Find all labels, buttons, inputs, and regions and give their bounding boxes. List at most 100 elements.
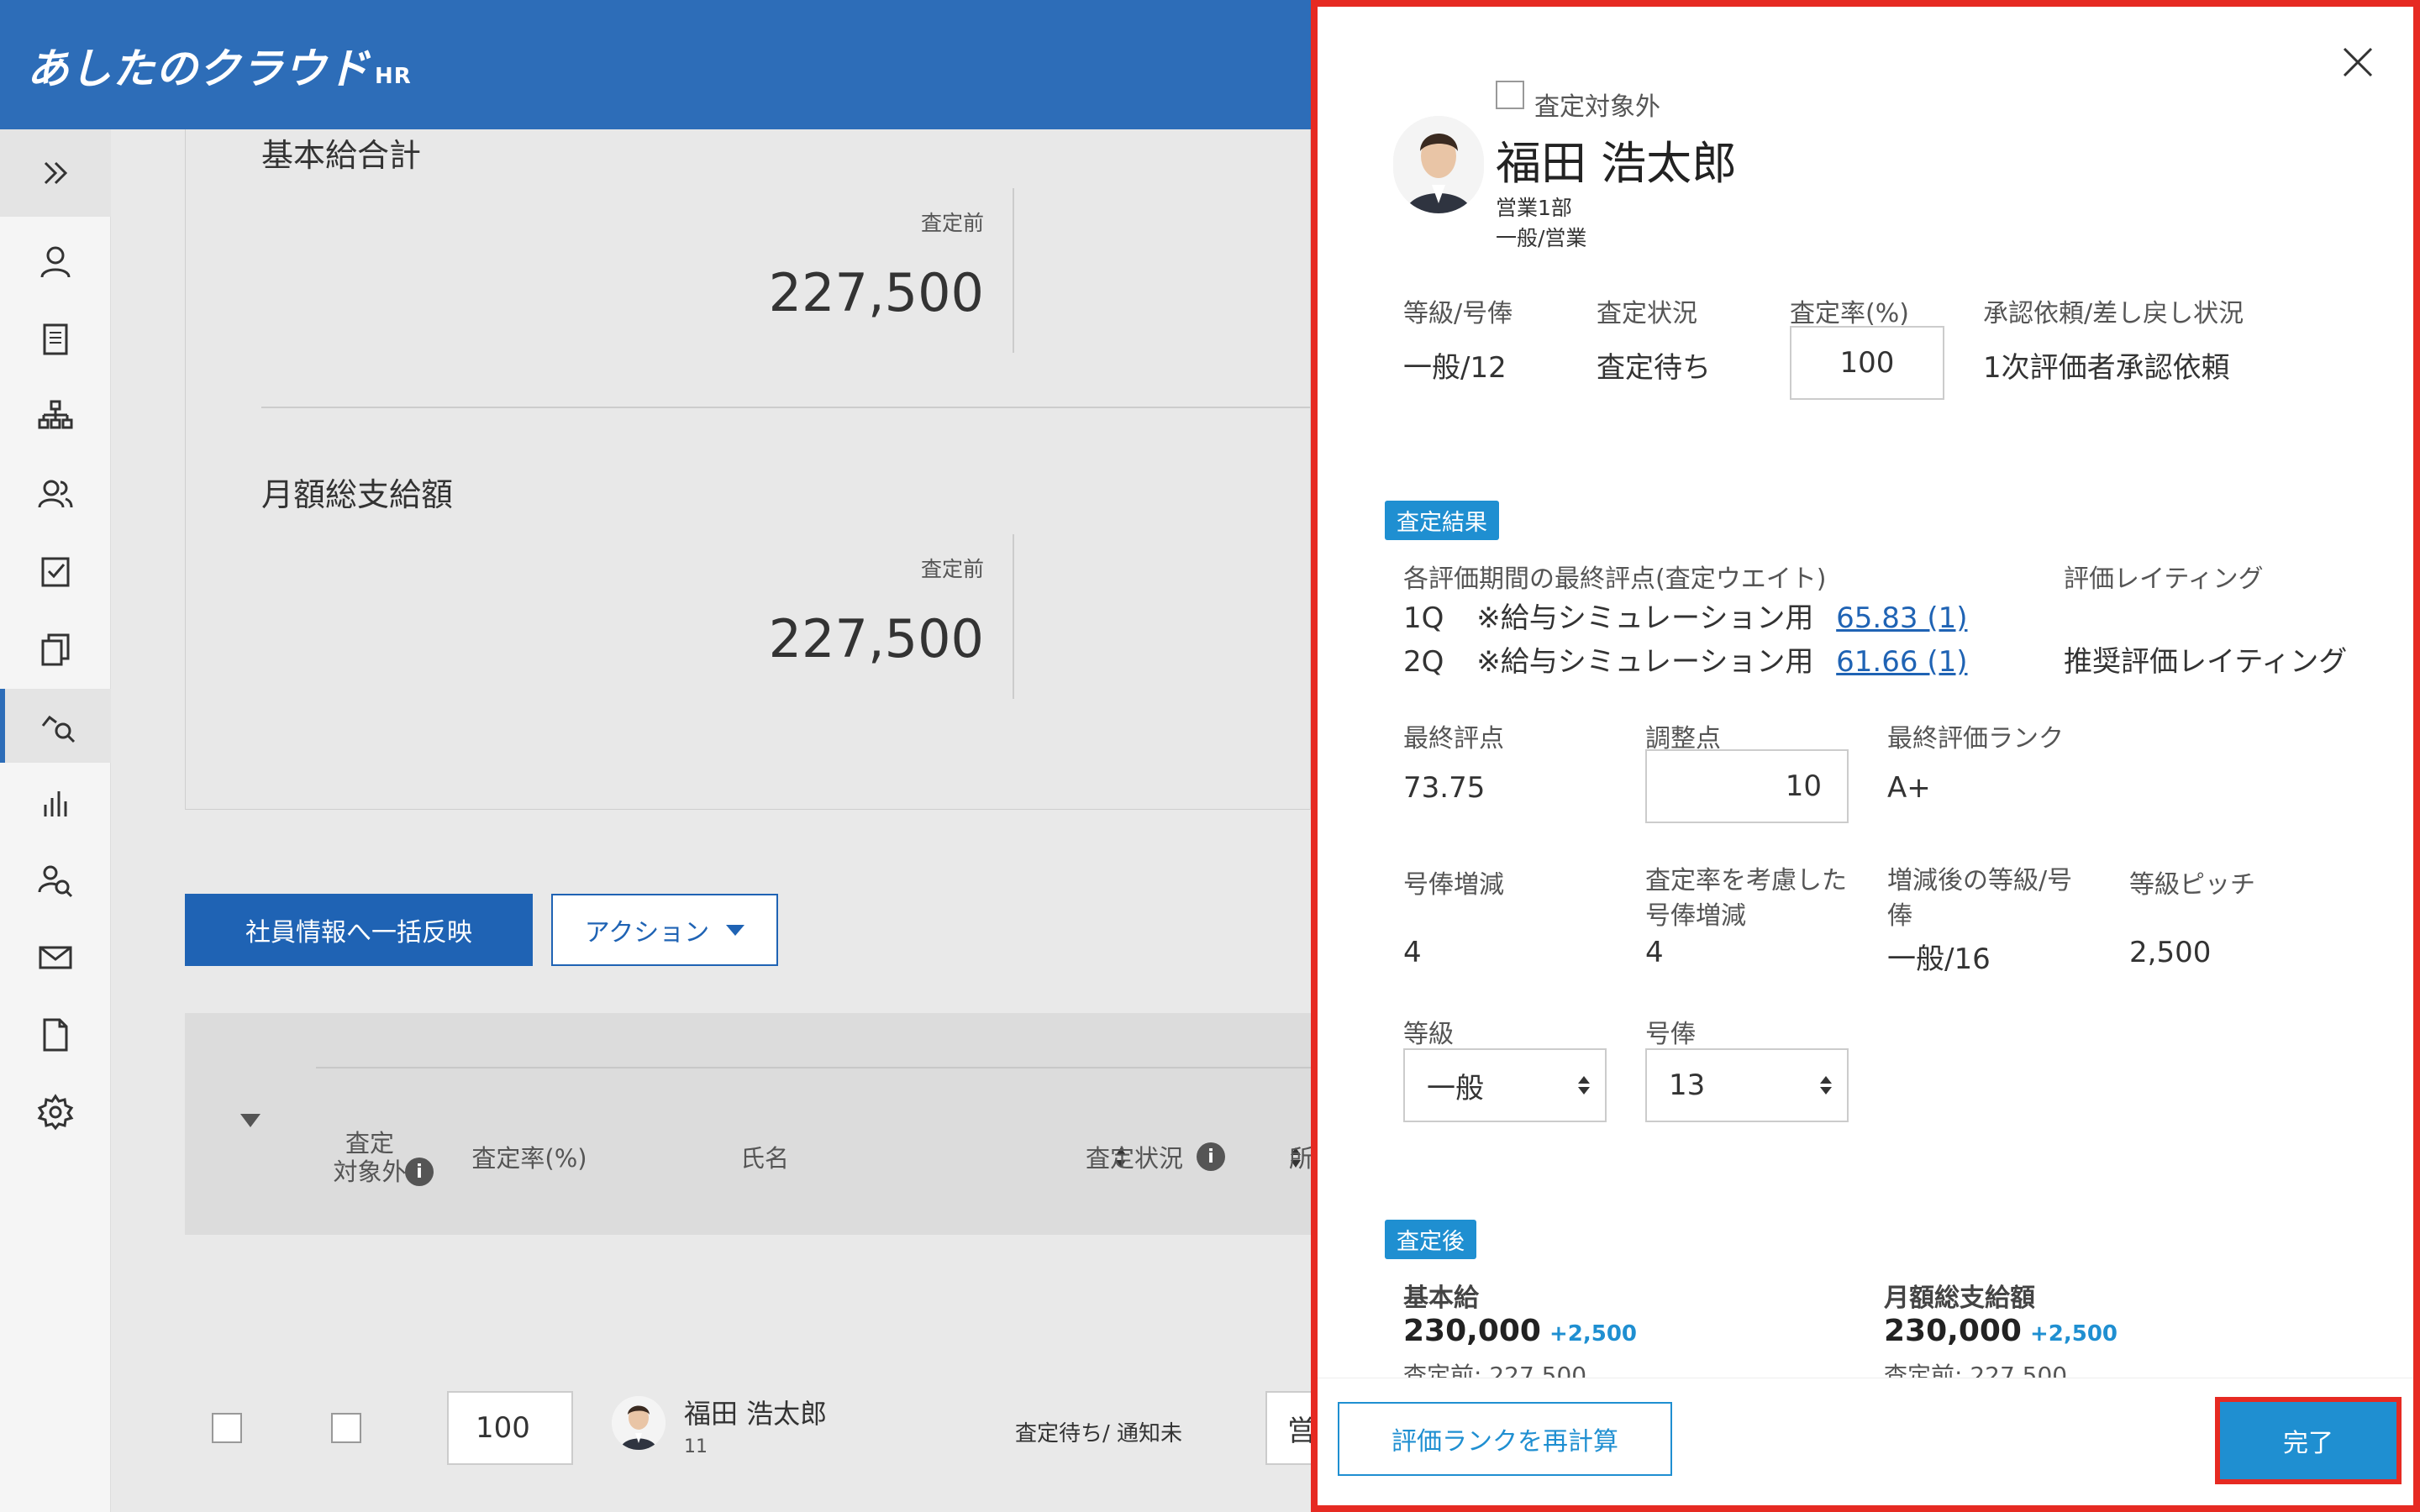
exclude-checkbox[interactable] (1496, 81, 1524, 109)
person-photo-icon (1393, 116, 1484, 213)
users-icon (38, 480, 73, 508)
row-status: 査定待ち/ 通知未 (1015, 1421, 1183, 1446)
app-header: あしたのクラウド HR (0, 0, 1311, 129)
rate-step-change-label: 査定率を考慮した号俸増減 (1645, 866, 1847, 931)
status-label: 査定状況 (1597, 299, 1697, 328)
employee-position: 一般/営業 (1496, 226, 1587, 250)
step-change-label: 号俸増減 (1403, 870, 1504, 900)
score-link-1q[interactable]: 65.83 (1) (1836, 601, 1967, 635)
header-status: 査定状況 (1085, 1144, 1183, 1173)
grade-label: 等級/号俸 (1403, 299, 1513, 328)
divider (1013, 534, 1014, 699)
table-header: 査定 対象外 i 査定率(%) 氏名 査定状況 i (185, 1013, 1311, 1235)
score-row-2: 2Q ※給与シミュレーション用 61.66 (1) (1403, 645, 1968, 679)
score-link-2q[interactable]: 61.66 (1) (1836, 645, 1967, 679)
status-value: 査定待ち (1597, 351, 1711, 385)
rate-input[interactable]: 100 (1790, 326, 1944, 400)
recommended-rating: 推奨評価レイティング (2064, 645, 2348, 679)
panel-footer: 評価ランクを再計算 完了 (1318, 1378, 2413, 1505)
file-icon (43, 1018, 68, 1052)
employee-name: 福田 浩太郎 (1496, 137, 1738, 190)
approval-value: 1次評価者承認依頼 (1983, 351, 2230, 385)
sidebar-item-file[interactable] (0, 998, 111, 1072)
final-score-label: 最終評点 (1403, 724, 1504, 753)
sidebar (0, 129, 111, 1512)
header-name[interactable]: 氏名 (723, 1139, 807, 1174)
info-icon[interactable]: i (405, 1158, 434, 1186)
monthly-before-value: 227,500 (768, 608, 984, 669)
row-dept-select[interactable]: 営 (1265, 1391, 1316, 1465)
scores-label: 各評価期間の最終評点(査定ウエイト) (1403, 564, 1827, 594)
after-base-value: 230,000 +2,500 (1403, 1314, 1637, 1348)
done-button[interactable]: 完了 (2215, 1397, 2402, 1484)
divider (1013, 188, 1014, 353)
pitch-value: 2,500 (2129, 936, 2212, 969)
user-search-icon (38, 865, 73, 898)
avatar (612, 1396, 666, 1450)
analytics-search-icon (41, 715, 76, 743)
rating-label: 評価レイティング (2064, 564, 2264, 594)
main-content: 基本給合計 査定前 227,500 月額総支給額 査定前 227,500 社員情… (111, 129, 1316, 1512)
sidebar-item-document[interactable] (0, 302, 111, 376)
approval-label: 承認依頼/差し戻し状況 (1983, 299, 2244, 328)
copy-icon (41, 633, 70, 666)
row-select-checkbox[interactable] (212, 1413, 242, 1443)
after-base-label: 基本給 (1403, 1284, 1479, 1313)
bulk-apply-button[interactable]: 社員情報へ一括反映 (185, 894, 533, 966)
info-icon[interactable]: i (1197, 1142, 1225, 1171)
row-rate-input[interactable]: 100 (447, 1391, 573, 1465)
step-change-value: 4 (1403, 936, 1422, 969)
step-select-label: 号俸 (1645, 1020, 1696, 1049)
final-score-value: 73.75 (1403, 771, 1486, 805)
rate-step-change-value: 4 (1645, 936, 1664, 969)
after-grade-label: 増減後の等級/号俸 (1887, 866, 2073, 931)
checklist-icon (41, 557, 70, 587)
adjust-input[interactable]: 10 (1645, 749, 1849, 823)
sidebar-item-checklist[interactable] (0, 534, 111, 608)
base-before-value: 227,500 (768, 262, 984, 323)
mail-icon (39, 946, 72, 969)
rank-label: 最終評価ランク (1887, 724, 2064, 753)
after-total-label: 月額総支給額 (1884, 1284, 2035, 1313)
row-exclude-checkbox[interactable] (331, 1413, 361, 1443)
grade-value: 一般/12 (1403, 351, 1507, 385)
double-chevron-right-icon (44, 161, 68, 185)
sidebar-item-mail[interactable] (0, 921, 111, 995)
sidebar-item-copy[interactable] (0, 612, 111, 685)
score-row-1: 1Q ※給与シミュレーション用 65.83 (1) (1403, 601, 1968, 635)
header-cut: 所 (1289, 1144, 1311, 1173)
after-total-value: 230,000 +2,500 (1884, 1314, 2118, 1348)
sidebar-item-organization[interactable] (0, 380, 111, 454)
base-salary-title: 基本給合計 (261, 137, 422, 174)
sidebar-item-chart[interactable] (0, 766, 111, 840)
employee-dept: 営業1部 (1496, 196, 1572, 220)
sidebar-expand-button[interactable] (0, 129, 111, 217)
close-icon[interactable] (2339, 44, 2376, 81)
triangle-down-icon[interactable] (239, 1112, 262, 1129)
employee-detail-panel: 査定対象外 福田 浩太郎 営業1部 一般/営業 等級/号俸 一般/12 査定状況… (1311, 0, 2420, 1512)
select-arrows-icon (1578, 1076, 1590, 1095)
action-dropdown-button[interactable]: アクション (551, 894, 778, 966)
sidebar-item-user[interactable] (0, 225, 111, 299)
after-grade-value: 一般/16 (1887, 942, 1991, 976)
sidebar-item-settings[interactable] (0, 1075, 111, 1149)
recalculate-rank-button[interactable]: 評価ランクを再計算 (1338, 1402, 1672, 1476)
divider (261, 407, 1312, 408)
select-arrows-icon (1820, 1076, 1832, 1095)
row-name[interactable]: 福田 浩太郎 (684, 1393, 827, 1431)
result-badge: 査定結果 (1385, 501, 1499, 540)
rate-label: 査定率(%) (1790, 299, 1909, 328)
sidebar-item-users[interactable] (0, 457, 111, 531)
app-logo[interactable]: あしたのクラウド HR (27, 35, 412, 96)
rank-value: A+ (1887, 771, 1931, 805)
pitch-label: 等級ピッチ (2129, 870, 2255, 900)
step-select[interactable]: 13 (1645, 1048, 1849, 1122)
after-badge: 査定後 (1385, 1220, 1476, 1259)
avatar (1393, 116, 1484, 213)
grade-select-label: 等級 (1403, 1020, 1454, 1049)
sidebar-item-analytics[interactable] (0, 689, 111, 763)
summary-card: 基本給合計 査定前 227,500 月額総支給額 査定前 227,500 (185, 129, 1312, 810)
exclude-label: 査定対象外 (1534, 92, 1660, 122)
sidebar-item-user-search[interactable] (0, 843, 111, 917)
grade-select[interactable]: 一般 (1403, 1048, 1607, 1122)
